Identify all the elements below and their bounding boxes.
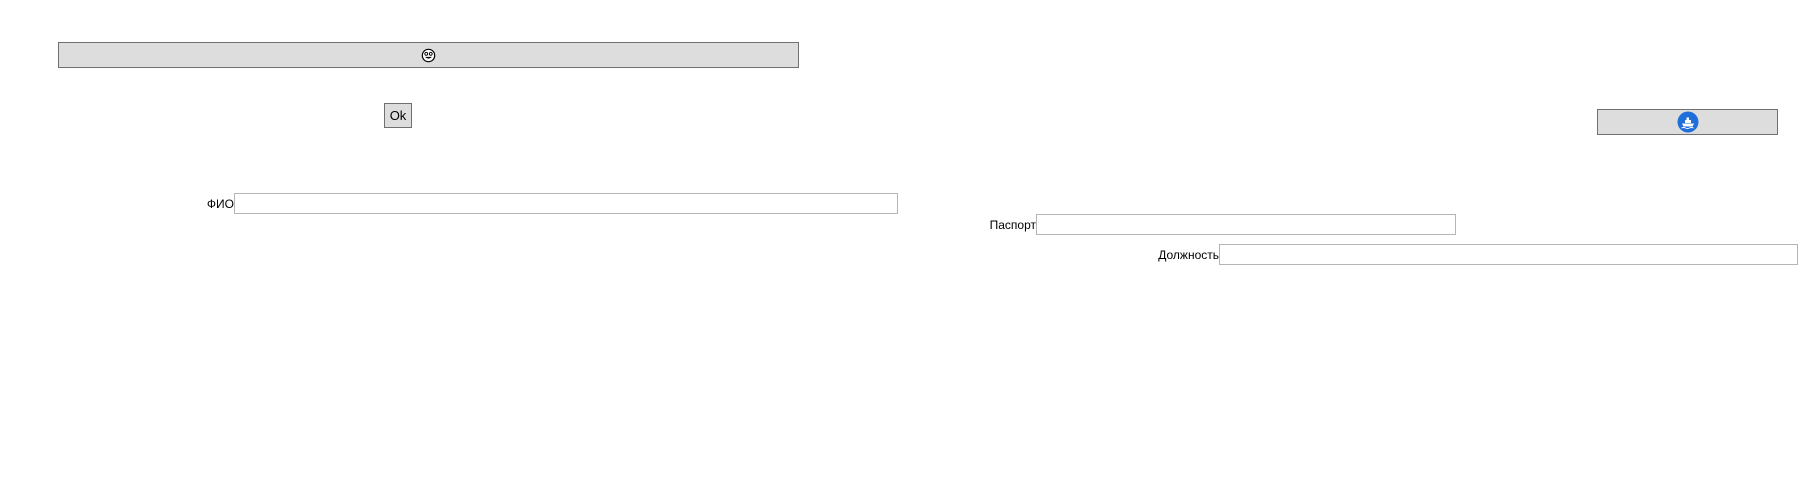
ok-button[interactable]: Ok (384, 103, 412, 128)
position-input[interactable] (1219, 244, 1798, 265)
passport-input[interactable] (1036, 214, 1456, 235)
face-emoji-icon (421, 48, 436, 63)
emoji-button[interactable] (58, 42, 799, 68)
position-label: Должность (1158, 248, 1219, 262)
fio-label: ФИО (206, 197, 234, 211)
fio-input[interactable] (234, 193, 898, 214)
ship-icon (1677, 111, 1699, 133)
ship-button[interactable] (1597, 109, 1778, 135)
passport-label: Паспорт (989, 218, 1036, 232)
